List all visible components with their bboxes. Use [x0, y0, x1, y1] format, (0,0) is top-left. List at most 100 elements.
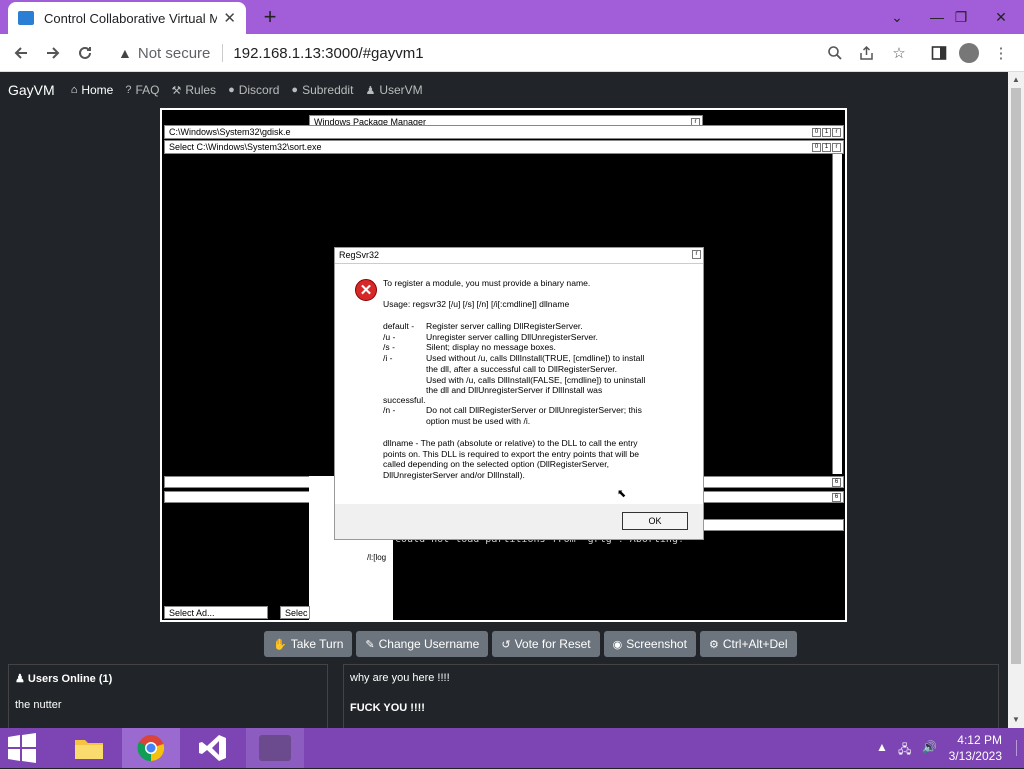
- minimize-icon[interactable]: 0: [812, 128, 821, 137]
- n-option-desc-2: option must be used with /i.: [426, 416, 531, 426]
- visual-studio-app[interactable]: [184, 728, 242, 768]
- vm-controls: ✋ Take Turn ✎ Change Username ↺ Vote for Re…: [264, 631, 797, 657]
- camera-icon: ◉: [612, 638, 623, 651]
- take-turn-button[interactable]: ✋ Take Turn: [264, 631, 353, 657]
- ctrl-alt-del-button[interactable]: ⚙ Ctrl+Alt+Del: [699, 631, 797, 657]
- vm-app[interactable]: [246, 728, 304, 768]
- start-button[interactable]: [6, 732, 46, 764]
- reddit-icon: ●: [291, 84, 299, 96]
- user-list-item[interactable]: the nutter: [9, 685, 327, 711]
- users-panel: ♟ Users Online (1) the nutter: [8, 664, 328, 728]
- n-option-desc: Do not call DllRegisterServer or DllUnre…: [426, 405, 642, 415]
- ok-button[interactable]: OK: [622, 512, 688, 530]
- bookmark-star-icon[interactable]: ☆: [888, 42, 910, 64]
- option-flag: default -: [383, 321, 415, 331]
- tab-search-icon[interactable]: ⌄: [880, 0, 914, 34]
- option-desc: Silent; display no message boxes.: [426, 342, 556, 353]
- chat-panel: why are you here !!!! FUCK YOU !!!!: [343, 664, 999, 728]
- zoom-icon[interactable]: [824, 42, 846, 64]
- regsvr32-dialog[interactable]: RegSvr32 r ✕ To register a module, you m…: [334, 247, 704, 540]
- windows-logo-icon: [8, 733, 36, 763]
- url-text[interactable]: 192.168.1.13:3000/#gayvm1: [233, 45, 423, 62]
- minimize-icon[interactable]: 0: [812, 143, 821, 152]
- app-thumbnail-icon: [259, 735, 291, 761]
- nav-link-subreddit[interactable]: ● Subreddit: [291, 83, 353, 97]
- profile-avatar-icon[interactable]: [958, 42, 980, 64]
- visual-studio-icon: [199, 735, 226, 761]
- volume-icon[interactable]: 🔊: [922, 740, 937, 754]
- dllname-line: DllUnregisterServer and/or DllInstall).: [383, 470, 525, 480]
- tray-chevron-icon[interactable]: ▲: [876, 740, 888, 754]
- close-icon[interactable]: r: [692, 250, 701, 259]
- scrollbar-thumb[interactable]: [1011, 88, 1021, 664]
- warning-triangle-icon[interactable]: ▲: [118, 45, 132, 61]
- usage-line: Usage: regsvr32 [/u] [/s] [/n] [/i[:cmdl…: [383, 299, 570, 309]
- nav-link-home[interactable]: ⌂ Home: [71, 83, 114, 97]
- window-gdisk[interactable]: C:\Windows\System32\gdisk.e 01r: [164, 125, 844, 139]
- vm-screen[interactable]: Windows Package Manager r C:\Windows\Sys…: [160, 108, 847, 622]
- clock-time: 4:12 PM: [957, 733, 1002, 747]
- user-edit-icon: ✎: [365, 638, 375, 651]
- network-icon[interactable]: 🖧: [898, 740, 911, 761]
- console-strip-3: [702, 519, 844, 531]
- back-button[interactable]: [8, 40, 34, 66]
- file-explorer-app[interactable]: [60, 728, 118, 768]
- share-icon[interactable]: [856, 42, 878, 64]
- new-tab-button[interactable]: +: [258, 4, 282, 30]
- restore-icon[interactable]: 1: [822, 143, 831, 152]
- option-desc: the dll, after a successful call to DllR…: [426, 363, 618, 374]
- page-content: GayVM ⌂ Home ? FAQ ⚒ Rules ● Discord ● Subred…: [0, 72, 1024, 728]
- log-text: /l:[log: [367, 553, 387, 562]
- tab-close-icon[interactable]: ✕: [223, 9, 236, 27]
- scroll-down-icon[interactable]: ▼: [1008, 712, 1024, 728]
- user-icon: ♟: [365, 84, 376, 97]
- change-username-button[interactable]: ✎ Change Username: [356, 631, 489, 657]
- taskbar-clock[interactable]: 4:12 PM 3/13/2023: [949, 732, 1002, 764]
- brand-logo[interactable]: GayVM: [8, 82, 55, 98]
- nav-link-faq[interactable]: ? FAQ: [125, 83, 159, 97]
- forward-button[interactable]: [40, 40, 66, 66]
- screenshot-button[interactable]: ◉ Screenshot: [603, 631, 696, 657]
- window-sort[interactable]: Select C:\Windows\System32\sort.exe 01r: [164, 140, 844, 154]
- folder-icon: [75, 740, 103, 759]
- browser-titlebar: Control Collaborative Virtual Ma ✕ + ⌄ —…: [0, 0, 1024, 34]
- reload-button[interactable]: [72, 40, 98, 66]
- option-flag: /i -: [383, 353, 393, 364]
- site-navbar: GayVM ⌂ Home ? FAQ ⚒ Rules ● Discord ● Subred…: [0, 78, 435, 102]
- users-header: ♟ Users Online (1): [15, 673, 113, 685]
- nav-link-rules[interactable]: ⚒ Rules: [172, 83, 217, 97]
- nav-link-uservm[interactable]: ♟ UserVM: [365, 83, 422, 97]
- menu-kebab-icon[interactable]: ⋮: [990, 42, 1012, 64]
- divider: [222, 44, 224, 62]
- browser-tab[interactable]: Control Collaborative Virtual Ma ✕: [8, 2, 246, 34]
- nav-link-discord[interactable]: ● Discord: [228, 83, 279, 97]
- dialog-title: RegSvr32: [335, 248, 703, 264]
- vote-reset-button[interactable]: ↺ Vote for Reset: [492, 631, 600, 657]
- scroll-up-icon[interactable]: ▲: [1008, 72, 1024, 88]
- address-bar[interactable]: ▲ Not secure 192.168.1.13:3000/#gayvm1: [108, 38, 920, 68]
- vm-desktop[interactable]: Windows Package Manager r C:\Windows\Sys…: [162, 110, 845, 620]
- chrome-icon: [137, 735, 165, 762]
- n-option-flag: /n -: [383, 405, 396, 415]
- console-scrollbar[interactable]: [832, 154, 842, 474]
- gavel-icon: ⚒: [171, 84, 182, 97]
- dllname-line: dllname - The path (absolute or relative…: [383, 438, 638, 448]
- vm-task-item-1[interactable]: Select Ad...: [164, 606, 268, 619]
- monitor-favicon-icon: [18, 11, 34, 25]
- browser-toolbar: ▲ Not secure 192.168.1.13:3000/#gayvm1 ☆…: [0, 34, 1024, 72]
- option-desc: Unregister server calling DllUnregisterS…: [426, 331, 598, 342]
- maximize-button[interactable]: ❐: [944, 0, 978, 34]
- chrome-app[interactable]: [122, 728, 180, 768]
- dialog-body: ✕ To register a module, you must provide…: [335, 264, 703, 504]
- vm-task-item-2[interactable]: Selec: [280, 606, 310, 619]
- side-panel-icon[interactable]: [928, 42, 950, 64]
- close-window-button[interactable]: ✕: [984, 0, 1018, 34]
- question-icon: ?: [125, 84, 132, 96]
- page-scrollbar[interactable]: ▲ ▼: [1008, 72, 1024, 728]
- dialog-footer: OK: [335, 504, 703, 539]
- restore-icon[interactable]: 1: [822, 128, 831, 137]
- option-desc: Used without /u, calls DllInstall(TRUE, …: [426, 353, 645, 364]
- close-icon[interactable]: r: [832, 143, 841, 152]
- show-desktop-button[interactable]: [1016, 740, 1020, 756]
- close-icon[interactable]: r: [832, 128, 841, 137]
